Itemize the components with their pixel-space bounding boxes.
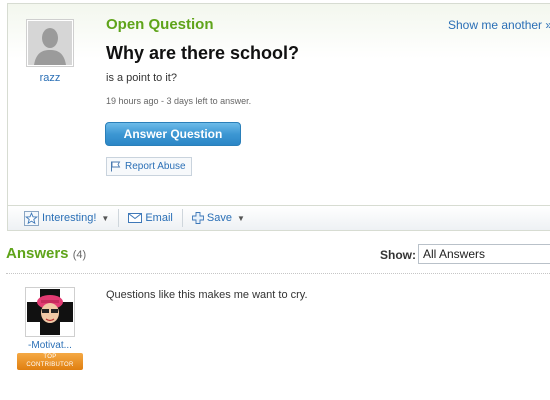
answers-count: (4): [72, 249, 87, 261]
divider: [6, 273, 550, 274]
answers-filter-select[interactable]: All Answers: [418, 244, 550, 264]
question-meta: 19 hours ago - 3 days left to answer.: [106, 96, 252, 106]
question-panel: [7, 3, 550, 230]
question-toolbar: Interesting! ▼ Email Save ▼: [7, 205, 550, 231]
top-contributor-badge: TOP CONTRIBUTOR: [17, 353, 83, 370]
show-filter-label: Show:: [380, 248, 416, 262]
answer-question-button[interactable]: Answer Question: [105, 122, 241, 146]
badge-line-1: TOP: [43, 354, 57, 360]
plus-icon: [191, 212, 204, 224]
email-label: Email: [145, 212, 173, 224]
answers-heading-label: Answers: [6, 245, 69, 262]
default-silhouette-avatar-icon: [28, 21, 72, 65]
interesting-button[interactable]: Interesting! ▼: [24, 209, 120, 227]
report-abuse-label: Report Abuse: [125, 161, 186, 172]
question-status-label: Open Question: [106, 16, 214, 33]
interesting-label: Interesting!: [42, 212, 97, 224]
answerer-name-link[interactable]: -Motivat...: [17, 340, 83, 351]
question-title: Why are there school?: [106, 43, 300, 63]
answer-text: Questions like this makes me want to cry…: [106, 289, 308, 301]
badge-line-2: CONTRIBUTOR: [26, 361, 74, 368]
asker-avatar[interactable]: [26, 19, 74, 67]
answerer-avatar[interactable]: [25, 287, 75, 337]
answers-heading: Answers (4): [6, 245, 86, 262]
email-button[interactable]: Email: [128, 209, 183, 227]
envelope-icon: [128, 213, 143, 223]
save-label: Save: [206, 212, 232, 224]
report-abuse-button[interactable]: Report Abuse: [106, 157, 192, 176]
chevron-down-icon: ▼: [236, 213, 245, 223]
chevron-down-icon: ▼: [101, 213, 110, 223]
save-button[interactable]: Save ▼: [191, 209, 254, 227]
cartoon-avatar-icon: [27, 289, 73, 335]
star-icon: [24, 210, 39, 226]
flag-icon: [111, 161, 121, 172]
show-another-link[interactable]: Show me another »: [448, 18, 550, 32]
asker-name-link[interactable]: razz: [26, 72, 74, 84]
question-body: is a point to it?: [106, 72, 177, 84]
